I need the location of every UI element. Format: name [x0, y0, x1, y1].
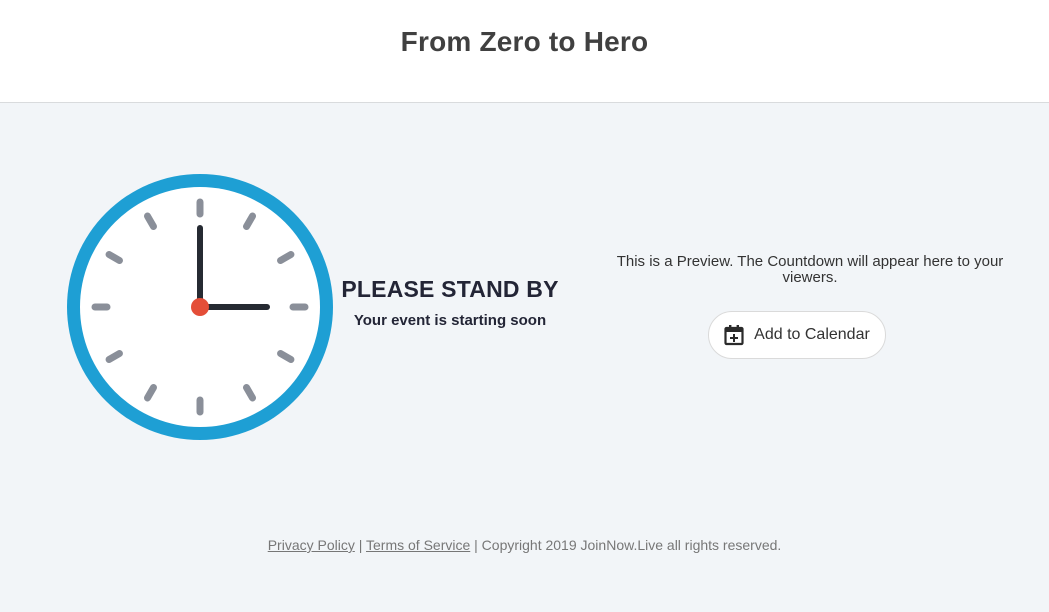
clock-center	[191, 298, 209, 316]
privacy-policy-link[interactable]: Privacy Policy	[268, 537, 355, 553]
add-to-calendar-label: Add to Calendar	[754, 326, 870, 343]
standby-title: PLEASE STAND BY	[341, 276, 559, 302]
standby-subtitle: Your event is starting soon	[353, 312, 547, 329]
calendar-add-icon	[724, 325, 744, 346]
page-header: From Zero to Hero	[0, 0, 1049, 103]
terms-of-service-link[interactable]: Terms of Service	[366, 537, 470, 553]
footer: Privacy Policy | Terms of Service | Copy…	[0, 537, 1049, 553]
add-to-calendar-button[interactable]: Add to Calendar	[708, 311, 886, 359]
page-title: From Zero to Hero	[400, 26, 649, 57]
footer-copyright: | Copyright 2019 JoinNow.Live all rights…	[470, 537, 782, 553]
clock-icon	[67, 174, 333, 440]
footer-separator: |	[354, 537, 367, 553]
preview-message: This is a Preview. The Countdown will ap…	[616, 253, 1004, 286]
standby-block: PLEASE STAND BY Your event is starting s…	[340, 276, 560, 329]
